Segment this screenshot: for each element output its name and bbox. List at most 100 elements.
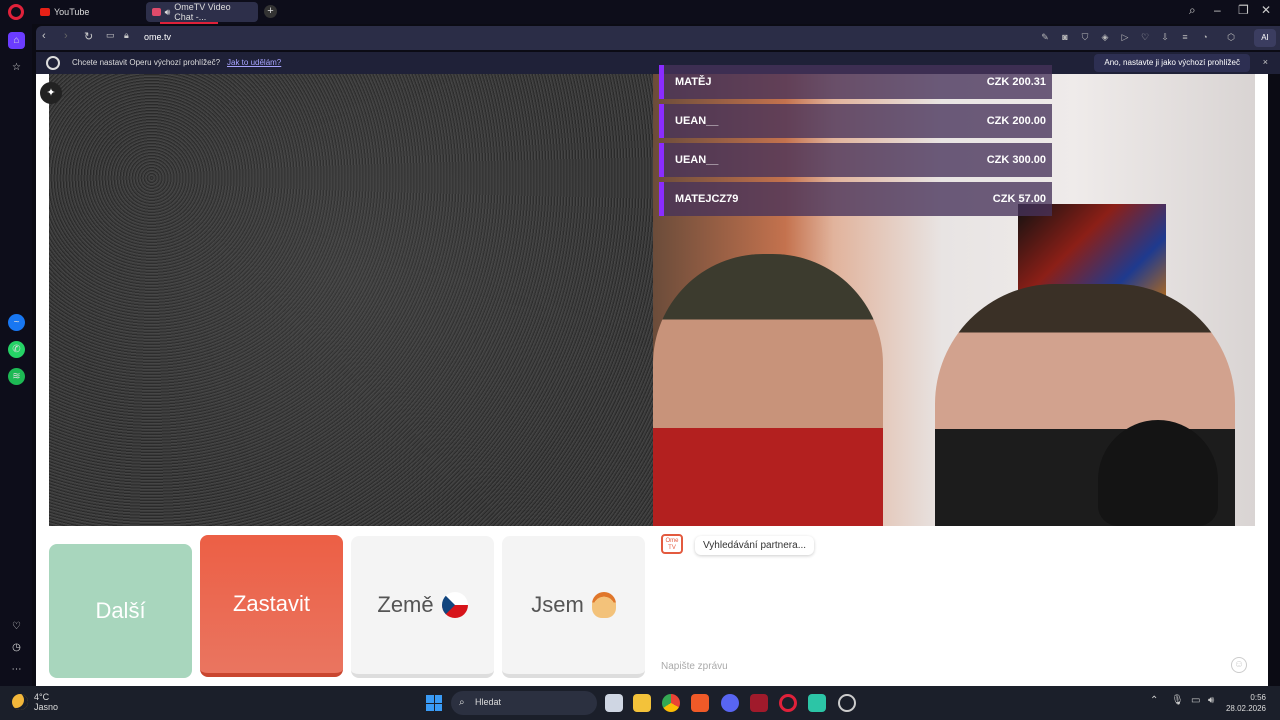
extensions-icon[interactable]: ⬡: [1226, 32, 1236, 42]
gender-button[interactable]: Jsem: [502, 536, 645, 678]
speaker-icon: 🔊︎: [164, 6, 171, 17]
media-player-icon[interactable]: [838, 694, 856, 712]
search-label: Hledat: [475, 697, 502, 707]
boy-emoji-icon: [591, 592, 616, 618]
stop-label: Zastavit: [232, 591, 311, 616]
infobar-howto-link[interactable]: Jak to udělám?: [227, 58, 281, 67]
whatsapp-icon[interactable]: ✆: [8, 341, 25, 358]
reload-icon[interactable]: ↻: [84, 30, 93, 43]
back-icon[interactable]: ‹: [42, 30, 46, 42]
stop-button[interactable]: Zastavit: [200, 535, 343, 677]
windows-taskbar: 4°C Jasno ⌕ Hledat ⌃ 🎙︎ ▭ 🔊︎ 0:56 28.02.…: [0, 686, 1280, 720]
set-default-button[interactable]: Ano, nastavte ji jako výchozí prohlížeč: [1094, 54, 1250, 72]
country-label: Země: [377, 592, 434, 617]
opera-logo-icon[interactable]: [8, 4, 24, 20]
shield-icon[interactable]: ⛉: [1080, 32, 1090, 42]
czech-flag-icon: [441, 592, 468, 618]
donor-name: UEAN__: [675, 115, 719, 127]
person-left: [653, 254, 883, 526]
menu-icon[interactable]: ≡: [1180, 32, 1190, 42]
tab-youtube[interactable]: YouTube: [34, 2, 142, 22]
task-view-icon[interactable]: [605, 694, 623, 712]
tab-label: OmeTV Video Chat -...: [174, 2, 231, 22]
date: 28.02.2026: [1225, 704, 1266, 713]
search-icon: ⌕: [459, 697, 465, 708]
donor-name: MATĚJ: [675, 76, 712, 88]
moon-icon: [12, 694, 28, 710]
weather-widget[interactable]: 4°C Jasno: [12, 692, 58, 712]
forward-icon[interactable]: ›: [64, 30, 68, 42]
ai-button[interactable]: AI: [1254, 29, 1276, 47]
ometv-logo: Ome TV: [661, 534, 683, 554]
opera-icon: [46, 56, 60, 70]
partner-video-static: [49, 74, 653, 526]
profile-icon[interactable]: ◔: [1200, 32, 1210, 42]
youtube-icon: [40, 8, 50, 16]
file-explorer-icon[interactable]: [633, 694, 651, 712]
search-tabs-icon[interactable]: ⌕: [1189, 3, 1196, 18]
country-button[interactable]: Země: [351, 536, 494, 678]
messenger-icon[interactable]: ~: [8, 314, 25, 331]
play-icon[interactable]: ▷: [1120, 32, 1130, 42]
tab-ometv[interactable]: 🔊︎ OmeTV Video Chat -...: [146, 2, 258, 24]
ometv-page: ✦ MATĚJ CZK 200.31 UEAN__ CZK 200.00 UEA…: [36, 65, 1268, 686]
download-icon[interactable]: ⇩: [1160, 32, 1170, 42]
volume-icon[interactable]: 🔊︎: [1208, 695, 1214, 706]
camera-icon[interactable]: ◙: [1060, 32, 1070, 42]
chrome-icon[interactable]: [662, 694, 680, 712]
infobar-question: Chcete nastavit Operu výchozí prohlížeč?: [72, 58, 221, 67]
next-button[interactable]: Další: [49, 544, 192, 678]
more-icon[interactable]: ⋯: [8, 661, 25, 678]
message-input[interactable]: Napište zprávu: [661, 661, 728, 672]
home-icon[interactable]: ⌂: [8, 32, 25, 49]
favorites-icon[interactable]: ♡: [1140, 32, 1150, 42]
url-field[interactable]: ome.tv: [144, 32, 171, 42]
tray-chevron-icon[interactable]: ⌃: [1150, 695, 1158, 706]
maximize-button[interactable]: ❐: [1238, 3, 1249, 17]
infobar-close-button[interactable]: ×: [1263, 57, 1268, 67]
app-icon[interactable]: [750, 694, 768, 712]
donor-name: MATEJCZ79: [675, 193, 739, 205]
network-icon[interactable]: ▭: [1191, 695, 1200, 706]
tab-active-indicator: [160, 22, 218, 24]
ometv-favicon-icon: [152, 8, 161, 16]
minimize-button[interactable]: –: [1214, 3, 1221, 17]
edit-icon[interactable]: ✎: [1040, 32, 1050, 42]
opera-taskbar-icon[interactable]: [779, 694, 797, 712]
bookmark-icon[interactable]: ☆: [8, 59, 25, 76]
address-bar: ‹ › ↻ ▭ 🔒︎ ome.tv ✎ ◙ ⛉ ◈ ▷ ♡ ⇩ ≡ ◔ ⬡ AI: [36, 26, 1280, 50]
vpn-icon[interactable]: ◈: [1100, 32, 1110, 42]
emoji-icon[interactable]: ☺: [1231, 657, 1247, 673]
donation-amount: CZK 300.00: [986, 154, 1046, 166]
camera-permission-icon[interactable]: ▭: [106, 30, 115, 41]
streamlabs-icon[interactable]: [808, 694, 826, 712]
brave-icon[interactable]: [691, 694, 709, 712]
opera-sidebar: ⌂ ☆ ~ ✆ ≋ ♡ ◷ ⋯: [0, 24, 32, 686]
temperature: 4°C: [34, 692, 50, 702]
next-label: Další: [95, 598, 146, 623]
spotify-icon[interactable]: ≋: [8, 368, 25, 385]
screen: YouTube 🔊︎ OmeTV Video Chat -... + ⌕ – ❐…: [0, 0, 1280, 720]
clock[interactable]: 0:56 28.02.2026: [1226, 692, 1266, 714]
default-browser-infobar: Chcete nastavit Operu výchozí prohlížeč?…: [36, 52, 1280, 74]
taskbar-search[interactable]: ⌕ Hledat: [451, 691, 597, 715]
history-icon[interactable]: ◷: [8, 639, 25, 656]
donation-item: MATEJCZ79 CZK 57.00: [659, 182, 1052, 216]
lock-icon[interactable]: 🔒︎: [124, 30, 129, 41]
new-tab-button[interactable]: +: [264, 5, 277, 18]
close-window-button[interactable]: ✕: [1261, 3, 1271, 17]
donation-item: UEAN__ CZK 200.00: [659, 104, 1052, 138]
heart-icon[interactable]: ♡: [8, 618, 25, 635]
donation-amount: CZK 200.00: [986, 115, 1046, 127]
start-icon[interactable]: [426, 695, 442, 711]
status-message: Vyhledávání partnera...: [695, 536, 815, 555]
effects-icon[interactable]: ✦: [40, 82, 62, 104]
discord-icon[interactable]: [721, 694, 739, 712]
donor-name: UEAN__: [675, 154, 719, 166]
donation-amount: CZK 200.31: [986, 76, 1046, 88]
donation-item: UEAN__ CZK 300.00: [659, 143, 1052, 177]
donation-item: MATĚJ CZK 200.31: [659, 65, 1052, 99]
weather-text: Jasno: [34, 702, 59, 712]
tab-label: YouTube: [54, 7, 90, 17]
microphone-icon[interactable]: 🎙︎: [1171, 695, 1184, 706]
